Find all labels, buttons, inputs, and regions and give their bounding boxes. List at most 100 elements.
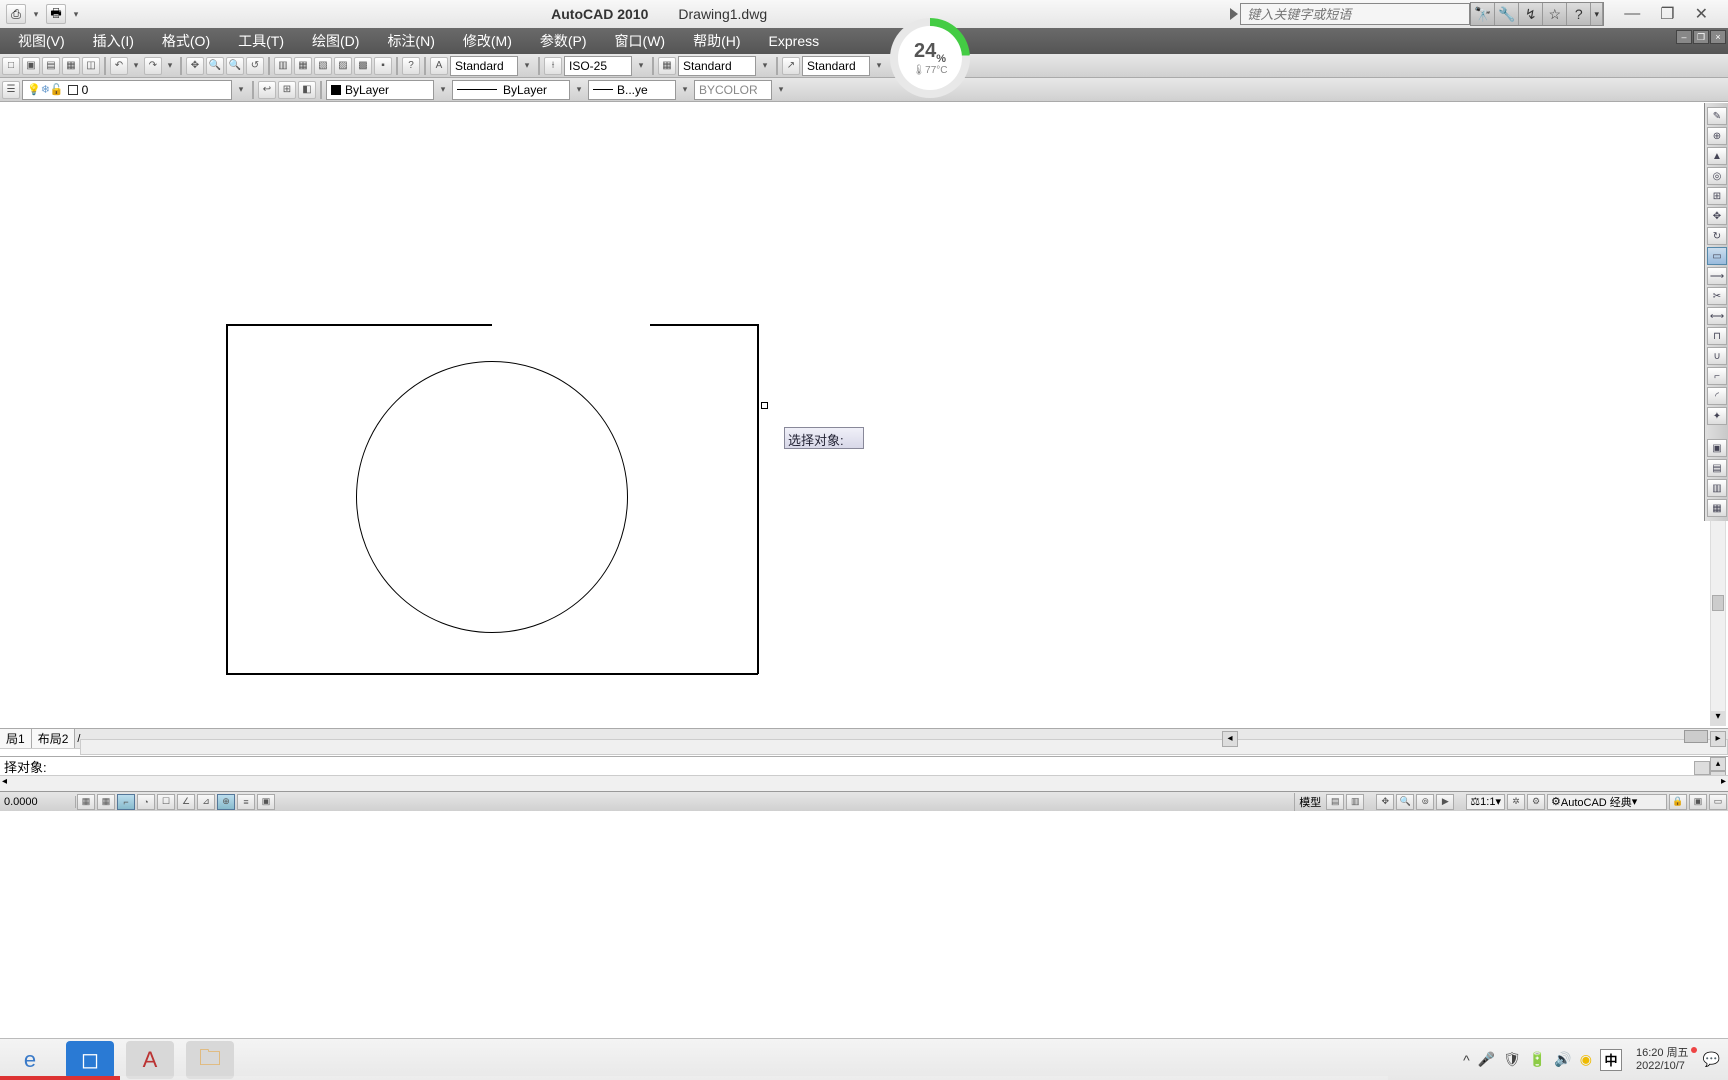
chevron-down-icon[interactable]: ▾ [572,84,586,95]
tray-battery-icon[interactable]: 🔋 [1529,1051,1546,1068]
chevron-down-icon[interactable]: ▾ [436,84,450,95]
tray-app-icon[interactable]: ◉ [1580,1051,1592,1068]
publish-button[interactable]: ◫ [82,57,100,75]
stretch-button[interactable]: ⟶ [1707,267,1727,285]
menu-parametric[interactable]: 参数(P) [526,29,601,53]
pan-button[interactable]: ✥ [186,57,204,75]
osnap-button[interactable]: ☐ [157,794,175,810]
zoom-status[interactable]: 🔍 [1396,794,1414,810]
trim-button[interactable]: ✂ [1707,287,1727,305]
ducs-button[interactable]: ⊿ [197,794,215,810]
tool2-button[interactable]: ▤ [1707,459,1727,477]
undo-drop[interactable]: ▾ [130,56,142,76]
plot-button[interactable]: ▦ [62,57,80,75]
menu-insert[interactable]: 插入(I) [79,29,148,53]
color-dropdown[interactable]: ByLayer [326,80,434,100]
scroll-left-icon[interactable]: ◂ [1222,731,1238,747]
linetype-dropdown[interactable]: ByLayer [452,80,570,100]
key-icon[interactable]: 🔧 [1495,3,1519,25]
menu-window[interactable]: 窗口(W) [601,29,680,53]
ortho-button[interactable]: ⌐ [117,794,135,810]
draworder-button[interactable]: ▣ [1707,439,1727,457]
menu-draw[interactable]: 绘图(D) [298,29,373,53]
menu-dimension[interactable]: 标注(N) [373,29,448,53]
chamfer-button[interactable]: ⌐ [1707,367,1727,385]
help-button[interactable]: ? [402,57,420,75]
ime-indicator[interactable]: 中 [1600,1049,1622,1071]
minimize-button[interactable]: — [1624,5,1640,23]
grid-button[interactable]: ▦ [97,794,115,810]
layer-mgr-button[interactable]: ☰ [2,81,20,99]
mleader-style-icon[interactable]: ↗ [782,57,800,75]
menu-help[interactable]: 帮助(H) [679,29,754,53]
move-button[interactable]: ✥ [1707,207,1727,225]
otrack-button[interactable]: ∠ [177,794,195,810]
taskbar-ie[interactable]: e [6,1041,54,1079]
text-style-dropdown[interactable]: Standard [450,56,518,76]
polar-button[interactable]: ◔ [137,794,155,810]
copy-button[interactable]: ⊕ [1707,127,1727,145]
scroll-down-icon[interactable]: ▾ [1711,711,1725,725]
mdi-restore[interactable]: ❐ [1693,30,1709,44]
exchange-icon[interactable]: ↯ [1519,3,1543,25]
layer-state-button[interactable]: ⊞ [278,81,296,99]
mdi-min[interactable]: – [1676,30,1692,44]
showmotion[interactable]: ▶ [1436,794,1454,810]
wheel-status[interactable]: ⊚ [1416,794,1434,810]
menu-tools[interactable]: 工具(T) [224,29,298,53]
cpu-gauge-widget[interactable]: 24% 🌡77°C [890,18,972,100]
menu-format[interactable]: 格式(O) [148,29,224,53]
cmd-hscroll-right[interactable]: ▸ [1721,776,1726,787]
taskbar-clock[interactable]: 16:20 周五 2022/10/7 [1630,1047,1695,1073]
taskbar-app-blue[interactable]: ◻ [66,1041,114,1079]
tool4-button[interactable]: ▦ [1707,499,1727,517]
search-tri-icon[interactable] [1230,8,1238,20]
tray-chevron-icon[interactable]: ^ [1463,1052,1470,1068]
chevron-down-icon[interactable]: ▾ [774,84,788,95]
break-button[interactable]: ⊓ [1707,327,1727,345]
workspace-dropdown[interactable]: ⚙AutoCAD 经典▾ [1547,794,1667,810]
hw-accel[interactable]: ▣ [1689,794,1707,810]
qat-button[interactable]: ⎙ [6,4,26,24]
menu-drop-icon[interactable]: ▾ [1591,3,1603,25]
menu-express[interactable]: Express [755,31,834,51]
qat-drop-icon[interactable]: ▾ [70,4,82,24]
coordinates[interactable]: 0.0000 [0,796,76,808]
tool3-button[interactable]: ▥ [1707,479,1727,497]
join-button[interactable]: ∪ [1707,347,1727,365]
markup-button[interactable]: ▩ [354,57,372,75]
qp-button[interactable]: ▣ [257,794,275,810]
layer-prev-button[interactable]: ↩ [258,81,276,99]
space-label[interactable]: 模型 [1294,793,1325,811]
drawing-canvas[interactable]: 选择对象: ▴ ▾ [0,102,1728,728]
layout-tab-2[interactable]: 布局2 [32,729,76,748]
maximize-button[interactable]: ❐ [1660,4,1674,24]
dcenter-button[interactable]: ▦ [294,57,312,75]
dim-style-dropdown[interactable]: ISO-25 [564,56,632,76]
layer-dropdown[interactable]: 💡 ❄ 🔓 0 [22,80,232,100]
array-button[interactable]: ⊞ [1707,187,1727,205]
tray-volume-icon[interactable]: 🔊 [1554,1051,1571,1068]
action-center-icon[interactable]: 💬 [1703,1051,1720,1068]
binoculars-icon[interactable]: 🔭 [1471,3,1495,25]
chevron-down-icon[interactable]: ▾ [872,60,886,71]
lock-ui[interactable]: 🔒 [1669,794,1687,810]
redo-drop[interactable]: ▾ [164,56,176,76]
clean-screen[interactable]: ▭ [1709,794,1727,810]
scroll-thumb[interactable] [1712,595,1724,611]
chevron-down-icon[interactable]: ▾ [758,60,772,71]
new-button[interactable]: □ [2,57,20,75]
mleader-style-dropdown[interactable]: Standard [802,56,870,76]
props-button[interactable]: ▥ [274,57,292,75]
offset-button[interactable]: ◎ [1707,167,1727,185]
search-input[interactable] [1240,3,1470,25]
chevron-down-icon[interactable]: ▾ [520,60,534,71]
layout-tab-1[interactable]: 局1 [0,729,32,748]
help-icon[interactable]: ? [1567,3,1591,25]
tray-mic-icon[interactable]: 🎤 [1478,1051,1495,1068]
qv-layouts[interactable]: ▤ [1326,794,1344,810]
scroll-right-icon[interactable]: ▸ [1710,731,1726,747]
anno-scale[interactable]: ⚖1:1▾ [1466,794,1505,810]
mirror-button[interactable]: ▲ [1707,147,1727,165]
qv-drawings[interactable]: ▥ [1346,794,1364,810]
